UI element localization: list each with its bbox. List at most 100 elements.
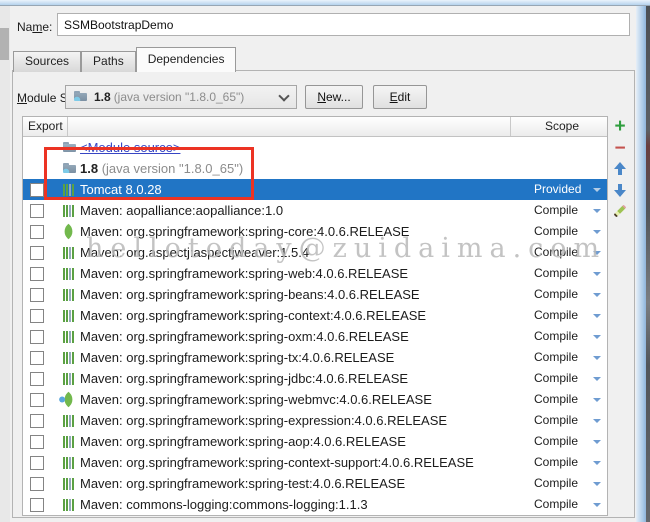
edit-button[interactable]: [612, 203, 628, 219]
scope-dropdown-icon[interactable]: [593, 419, 601, 423]
export-checkbox[interactable]: [30, 309, 44, 323]
dependency-row[interactable]: Maven: org.springframework:spring-beans:…: [23, 284, 607, 305]
dependency-row[interactable]: Tomcat 8.0.28 Provided: [23, 179, 607, 200]
dependency-label: Maven: org.aspectj:aspectjweaver:1.5.4: [80, 245, 310, 260]
module-name-input[interactable]: [57, 13, 630, 36]
dependency-label: Tomcat 8.0.28: [80, 182, 162, 197]
dependency-label: Maven: org.springframework:spring-expres…: [80, 413, 448, 428]
scope-select[interactable]: Compile: [534, 221, 578, 242]
dependency-row[interactable]: Maven: commons-logging:commons-logging:1…: [23, 494, 607, 515]
export-checkbox[interactable]: [30, 351, 44, 365]
export-checkbox[interactable]: [30, 477, 44, 491]
library-icon: [63, 352, 77, 364]
library-icon: [63, 184, 77, 196]
dependency-row[interactable]: Maven: org.springframework:spring-contex…: [23, 452, 607, 473]
dependency-label: Maven: org.springframework:spring-core:4…: [80, 224, 410, 239]
remove-button[interactable]: −: [612, 139, 628, 158]
export-checkbox[interactable]: [30, 225, 44, 239]
scope-dropdown-icon[interactable]: [593, 482, 601, 486]
name-label: Name:: [17, 20, 53, 34]
scope-dropdown-icon[interactable]: [593, 377, 601, 381]
add-button[interactable]: +: [612, 117, 628, 136]
export-checkbox[interactable]: [30, 498, 44, 512]
scope-dropdown-icon[interactable]: [593, 251, 601, 255]
export-column-header: Export: [28, 119, 63, 133]
dependency-row[interactable]: Maven: org.springframework:spring-web:4.…: [23, 263, 607, 284]
scope-select[interactable]: Compile: [534, 452, 578, 473]
export-checkbox[interactable]: [30, 288, 44, 302]
scope-select[interactable]: Compile: [534, 473, 578, 494]
scope-select[interactable]: Compile: [534, 284, 578, 305]
dependency-row[interactable]: Maven: org.springframework:spring-tx:4.0…: [23, 347, 607, 368]
export-checkbox[interactable]: [30, 267, 44, 281]
dependency-row[interactable]: Maven: org.springframework:spring-test:4…: [23, 473, 607, 494]
scope-dropdown-icon[interactable]: [593, 356, 601, 360]
arrow-stem: [618, 184, 622, 190]
dependency-row[interactable]: Maven: org.springframework:spring-core:4…: [23, 221, 607, 242]
module-sdk-select[interactable]: 1.8 (java version "1.8.0_65"): [65, 85, 297, 109]
dependency-row[interactable]: Maven: org.aspectj:aspectjweaver:1.5.4 Co…: [23, 242, 607, 263]
dependency-row[interactable]: <Module source>: [23, 137, 607, 158]
dependency-label[interactable]: <Module source>: [80, 137, 180, 158]
scope-select[interactable]: Compile: [534, 326, 578, 347]
scope-dropdown-icon[interactable]: [593, 293, 601, 297]
dependency-label: Maven: org.springframework:spring-beans:…: [80, 287, 420, 302]
move-down-button[interactable]: [612, 182, 628, 198]
tab-sources[interactable]: Sources: [13, 51, 82, 72]
dependency-row[interactable]: Maven: org.springframework:spring-jdbc:4…: [23, 368, 607, 389]
scope-dropdown-icon[interactable]: [593, 272, 601, 276]
scope-dropdown-icon[interactable]: [593, 440, 601, 444]
dependency-row[interactable]: Maven: org.springframework:spring-contex…: [23, 305, 607, 326]
export-checkbox[interactable]: [30, 414, 44, 428]
scope-dropdown-icon[interactable]: [593, 314, 601, 318]
scope-dropdown-icon[interactable]: [593, 188, 601, 192]
scope-select[interactable]: Compile: [534, 263, 578, 284]
chevron-down-icon: [278, 89, 290, 102]
edit-sdk-button[interactable]: Edit: [373, 85, 427, 109]
dependency-row[interactable]: Maven: org.springframework:spring-webmvc…: [23, 389, 607, 410]
export-checkbox[interactable]: [30, 435, 44, 449]
library-icon: [63, 331, 77, 343]
scope-select[interactable]: Compile: [534, 410, 578, 431]
scope-select[interactable]: Compile: [534, 431, 578, 452]
scope-dropdown-icon[interactable]: [593, 503, 601, 507]
dependency-label: Maven: org.springframework:spring-web:4.…: [80, 266, 409, 281]
scope-select[interactable]: Compile: [534, 242, 578, 263]
dependency-row[interactable]: Maven: org.springframework:spring-aop:4.…: [23, 431, 607, 452]
scope-select[interactable]: Provided: [534, 179, 581, 200]
sdk-detail: (java version "1.8.0_65"): [113, 90, 245, 104]
tab-dependencies[interactable]: Dependencies: [135, 47, 237, 72]
export-checkbox[interactable]: [30, 393, 44, 407]
sdk-version: 1.8: [94, 90, 111, 104]
export-checkbox[interactable]: [30, 204, 44, 218]
dependency-row[interactable]: Maven: org.springframework:spring-expres…: [23, 410, 607, 431]
scope-dropdown-icon[interactable]: [593, 398, 601, 402]
export-checkbox[interactable]: [30, 456, 44, 470]
scope-select[interactable]: Compile: [534, 200, 578, 221]
scope-select[interactable]: Compile: [534, 494, 578, 515]
dependency-row[interactable]: 1.8 (java version "1.8.0_65"): [23, 158, 607, 179]
dependency-label: 1.8 (java version "1.8.0_65"): [80, 161, 244, 176]
export-checkbox[interactable]: [30, 372, 44, 386]
scope-dropdown-icon[interactable]: [593, 230, 601, 234]
export-checkbox[interactable]: [30, 330, 44, 344]
move-up-button[interactable]: [612, 161, 628, 177]
dependency-label: Maven: org.springframework:spring-tx:4.0…: [80, 350, 395, 365]
tabs: Sources Paths Dependencies: [13, 47, 237, 72]
move-down-icon: [614, 190, 626, 197]
scope-select[interactable]: Compile: [534, 368, 578, 389]
new-sdk-button[interactable]: New...: [305, 85, 363, 109]
dependency-label: Maven: org.springframework:spring-webmvc…: [80, 392, 432, 407]
dependency-row[interactable]: Maven: org.springframework:spring-oxm:4.…: [23, 326, 607, 347]
export-checkbox[interactable]: [30, 183, 44, 197]
scope-dropdown-icon[interactable]: [593, 461, 601, 465]
scope-select[interactable]: Compile: [534, 347, 578, 368]
dependency-row[interactable]: Maven: aopalliance:aopalliance:1.0 Compil…: [23, 200, 607, 221]
export-checkbox[interactable]: [30, 246, 44, 260]
tab-paths[interactable]: Paths: [81, 51, 136, 72]
scope-select[interactable]: Compile: [534, 389, 578, 410]
scope-dropdown-icon[interactable]: [593, 335, 601, 339]
table-toolbar: + −: [610, 116, 630, 224]
scope-select[interactable]: Compile: [534, 305, 578, 326]
scope-dropdown-icon[interactable]: [593, 209, 601, 213]
